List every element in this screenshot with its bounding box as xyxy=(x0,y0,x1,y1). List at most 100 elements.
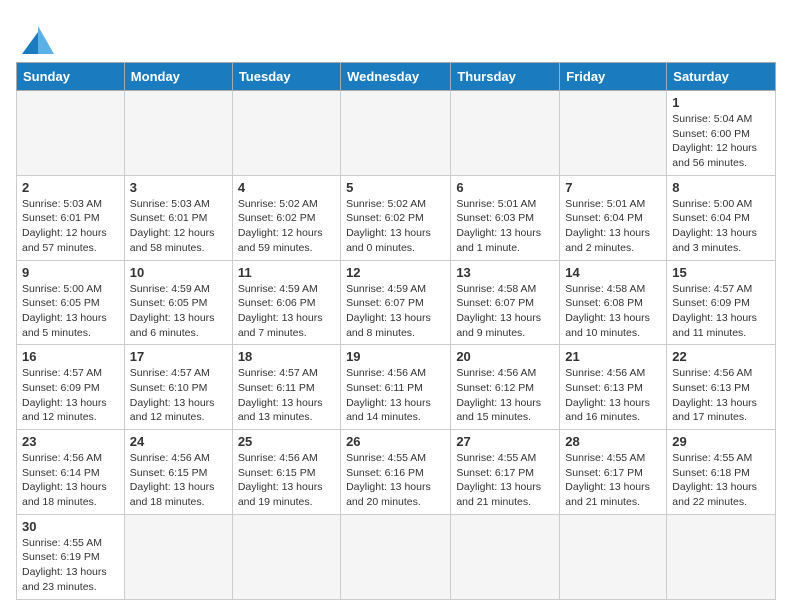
day-number: 19 xyxy=(346,349,445,364)
calendar-cell: 24 Sunrise: 4:56 AM Sunset: 6:15 PM Dayli… xyxy=(124,430,232,515)
day-number: 10 xyxy=(130,265,227,280)
day-number: 4 xyxy=(238,180,335,195)
calendar-cell: 23 Sunrise: 4:56 AM Sunset: 6:14 PM Dayli… xyxy=(17,430,125,515)
weekday-header-thursday: Thursday xyxy=(451,63,560,91)
weekday-header-friday: Friday xyxy=(560,63,667,91)
day-info: Sunrise: 4:55 AM Sunset: 6:19 PM Dayligh… xyxy=(22,536,119,595)
calendar: SundayMondayTuesdayWednesdayThursdayFrid… xyxy=(16,62,776,600)
day-info: Sunrise: 5:03 AM Sunset: 6:01 PM Dayligh… xyxy=(22,197,119,256)
day-number: 3 xyxy=(130,180,227,195)
day-info: Sunrise: 4:55 AM Sunset: 6:17 PM Dayligh… xyxy=(456,451,554,510)
calendar-cell xyxy=(667,514,776,599)
logo-icon xyxy=(16,16,56,54)
weekday-header-wednesday: Wednesday xyxy=(341,63,451,91)
day-info: Sunrise: 4:56 AM Sunset: 6:15 PM Dayligh… xyxy=(238,451,335,510)
calendar-cell xyxy=(124,91,232,176)
day-info: Sunrise: 4:56 AM Sunset: 6:11 PM Dayligh… xyxy=(346,366,445,425)
day-number: 1 xyxy=(672,95,770,110)
weekday-header-row: SundayMondayTuesdayWednesdayThursdayFrid… xyxy=(17,63,776,91)
calendar-cell: 11 Sunrise: 4:59 AM Sunset: 6:06 PM Dayli… xyxy=(232,260,340,345)
calendar-cell: 9Sunrise: 5:00 AM Sunset: 6:05 PM Daylig… xyxy=(17,260,125,345)
page-header xyxy=(16,16,776,54)
day-info: Sunrise: 4:59 AM Sunset: 6:06 PM Dayligh… xyxy=(238,282,335,341)
day-info: Sunrise: 5:00 AM Sunset: 6:04 PM Dayligh… xyxy=(672,197,770,256)
day-number: 24 xyxy=(130,434,227,449)
calendar-cell: 27 Sunrise: 4:55 AM Sunset: 6:17 PM Dayli… xyxy=(451,430,560,515)
calendar-cell: 30 Sunrise: 4:55 AM Sunset: 6:19 PM Dayli… xyxy=(17,514,125,599)
day-info: Sunrise: 4:56 AM Sunset: 6:12 PM Dayligh… xyxy=(456,366,554,425)
day-info: Sunrise: 4:57 AM Sunset: 6:09 PM Dayligh… xyxy=(22,366,119,425)
day-number: 16 xyxy=(22,349,119,364)
day-info: Sunrise: 4:55 AM Sunset: 6:18 PM Dayligh… xyxy=(672,451,770,510)
calendar-cell: 16 Sunrise: 4:57 AM Sunset: 6:09 PM Dayli… xyxy=(17,345,125,430)
day-info: Sunrise: 4:57 AM Sunset: 6:10 PM Dayligh… xyxy=(130,366,227,425)
calendar-cell xyxy=(232,514,340,599)
calendar-cell: 10Sunrise: 4:59 AM Sunset: 6:05 PM Dayli… xyxy=(124,260,232,345)
calendar-cell: 25 Sunrise: 4:56 AM Sunset: 6:15 PM Dayli… xyxy=(232,430,340,515)
calendar-cell: 5 Sunrise: 5:02 AM Sunset: 6:02 PM Daylig… xyxy=(341,175,451,260)
day-number: 23 xyxy=(22,434,119,449)
calendar-cell: 4 Sunrise: 5:02 AM Sunset: 6:02 PM Daylig… xyxy=(232,175,340,260)
day-info: Sunrise: 4:56 AM Sunset: 6:13 PM Dayligh… xyxy=(565,366,661,425)
day-number: 15 xyxy=(672,265,770,280)
calendar-cell xyxy=(451,91,560,176)
calendar-cell: 12Sunrise: 4:59 AM Sunset: 6:07 PM Dayli… xyxy=(341,260,451,345)
day-number: 2 xyxy=(22,180,119,195)
day-info: Sunrise: 4:57 AM Sunset: 6:09 PM Dayligh… xyxy=(672,282,770,341)
day-info: Sunrise: 4:56 AM Sunset: 6:15 PM Dayligh… xyxy=(130,451,227,510)
calendar-cell: 29 Sunrise: 4:55 AM Sunset: 6:18 PM Dayli… xyxy=(667,430,776,515)
calendar-cell: 8 Sunrise: 5:00 AM Sunset: 6:04 PM Daylig… xyxy=(667,175,776,260)
logo xyxy=(16,16,60,54)
weekday-header-sunday: Sunday xyxy=(17,63,125,91)
day-number: 25 xyxy=(238,434,335,449)
calendar-cell xyxy=(232,91,340,176)
day-info: Sunrise: 5:04 AM Sunset: 6:00 PM Dayligh… xyxy=(672,112,770,171)
calendar-cell xyxy=(341,91,451,176)
day-info: Sunrise: 4:56 AM Sunset: 6:14 PM Dayligh… xyxy=(22,451,119,510)
calendar-row: 23 Sunrise: 4:56 AM Sunset: 6:14 PM Dayli… xyxy=(17,430,776,515)
calendar-cell xyxy=(560,91,667,176)
day-number: 14 xyxy=(565,265,661,280)
calendar-cell: 21 Sunrise: 4:56 AM Sunset: 6:13 PM Dayli… xyxy=(560,345,667,430)
day-number: 8 xyxy=(672,180,770,195)
weekday-header-tuesday: Tuesday xyxy=(232,63,340,91)
day-number: 22 xyxy=(672,349,770,364)
day-info: Sunrise: 5:02 AM Sunset: 6:02 PM Dayligh… xyxy=(346,197,445,256)
calendar-cell: 1 Sunrise: 5:04 AM Sunset: 6:00 PM Daylig… xyxy=(667,91,776,176)
weekday-header-saturday: Saturday xyxy=(667,63,776,91)
day-number: 17 xyxy=(130,349,227,364)
day-number: 20 xyxy=(456,349,554,364)
day-number: 13 xyxy=(456,265,554,280)
day-info: Sunrise: 4:57 AM Sunset: 6:11 PM Dayligh… xyxy=(238,366,335,425)
calendar-cell xyxy=(341,514,451,599)
day-info: Sunrise: 4:59 AM Sunset: 6:07 PM Dayligh… xyxy=(346,282,445,341)
calendar-cell xyxy=(17,91,125,176)
weekday-header-monday: Monday xyxy=(124,63,232,91)
day-number: 5 xyxy=(346,180,445,195)
day-number: 28 xyxy=(565,434,661,449)
calendar-row: 30 Sunrise: 4:55 AM Sunset: 6:19 PM Dayli… xyxy=(17,514,776,599)
day-number: 18 xyxy=(238,349,335,364)
calendar-row: 9Sunrise: 5:00 AM Sunset: 6:05 PM Daylig… xyxy=(17,260,776,345)
calendar-row: 1 Sunrise: 5:04 AM Sunset: 6:00 PM Daylig… xyxy=(17,91,776,176)
day-info: Sunrise: 5:02 AM Sunset: 6:02 PM Dayligh… xyxy=(238,197,335,256)
day-number: 6 xyxy=(456,180,554,195)
calendar-cell: 22 Sunrise: 4:56 AM Sunset: 6:13 PM Dayli… xyxy=(667,345,776,430)
calendar-cell: 7Sunrise: 5:01 AM Sunset: 6:04 PM Daylig… xyxy=(560,175,667,260)
day-info: Sunrise: 5:00 AM Sunset: 6:05 PM Dayligh… xyxy=(22,282,119,341)
day-info: Sunrise: 4:55 AM Sunset: 6:17 PM Dayligh… xyxy=(565,451,661,510)
calendar-cell: 26Sunrise: 4:55 AM Sunset: 6:16 PM Dayli… xyxy=(341,430,451,515)
day-number: 21 xyxy=(565,349,661,364)
day-number: 30 xyxy=(22,519,119,534)
day-number: 26 xyxy=(346,434,445,449)
day-info: Sunrise: 4:58 AM Sunset: 6:07 PM Dayligh… xyxy=(456,282,554,341)
day-number: 29 xyxy=(672,434,770,449)
calendar-cell xyxy=(560,514,667,599)
day-number: 11 xyxy=(238,265,335,280)
calendar-row: 2 Sunrise: 5:03 AM Sunset: 6:01 PM Daylig… xyxy=(17,175,776,260)
day-info: Sunrise: 4:56 AM Sunset: 6:13 PM Dayligh… xyxy=(672,366,770,425)
calendar-cell xyxy=(451,514,560,599)
day-number: 27 xyxy=(456,434,554,449)
calendar-cell: 14 Sunrise: 4:58 AM Sunset: 6:08 PM Dayli… xyxy=(560,260,667,345)
day-info: Sunrise: 4:58 AM Sunset: 6:08 PM Dayligh… xyxy=(565,282,661,341)
